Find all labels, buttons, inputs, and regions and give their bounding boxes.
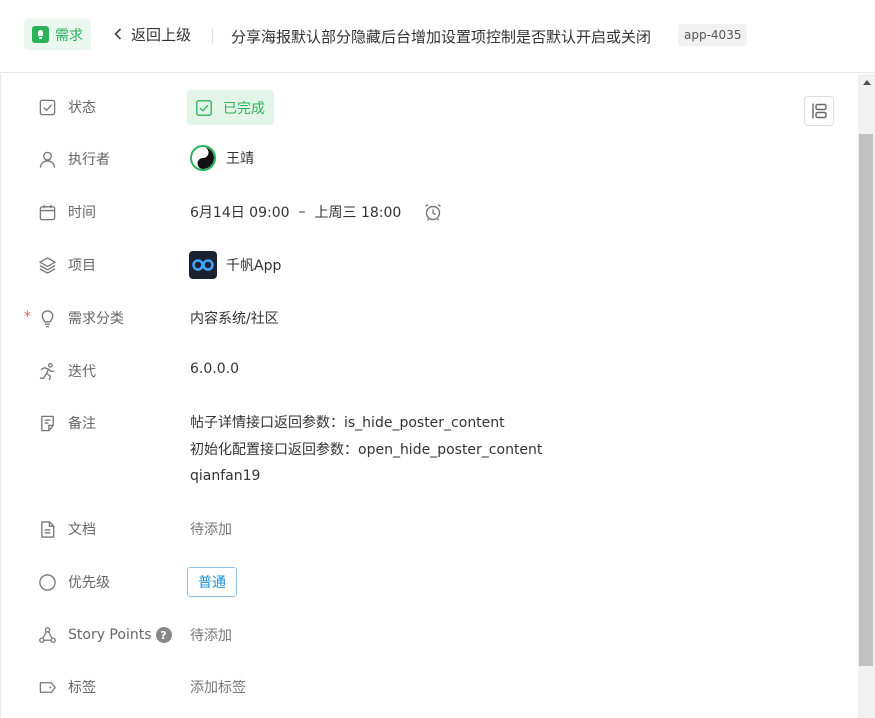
scroll-up-arrow-icon[interactable] bbox=[858, 74, 875, 91]
back-label: 返回上级 bbox=[131, 26, 192, 44]
notes-label-wrap: 备注 bbox=[38, 411, 96, 435]
status-pill[interactable]: 已完成 bbox=[187, 90, 274, 125]
back-button[interactable]: 返回上级 bbox=[114, 24, 191, 45]
circle-icon bbox=[39, 573, 56, 591]
task-type-badge[interactable]: 需求 bbox=[24, 19, 91, 50]
time-label-wrap: 时间 bbox=[38, 200, 96, 224]
assignee-label: 执行者 bbox=[68, 152, 110, 168]
status-label-wrap: 状态 bbox=[38, 95, 96, 119]
tags-add[interactable]: 添加标签 bbox=[190, 677, 246, 697]
assignee-value-wrap[interactable]: 王靖 bbox=[190, 145, 254, 171]
priority-label: 优先级 bbox=[68, 575, 110, 591]
status-value-wrap: 已完成 bbox=[187, 90, 274, 125]
task-id-badge[interactable]: app-4035 bbox=[678, 24, 748, 46]
calendar-icon bbox=[39, 204, 56, 220]
alarm-clock-icon[interactable] bbox=[423, 202, 443, 222]
help-icon[interactable]: ? bbox=[155, 627, 172, 643]
time-label: 时间 bbox=[68, 205, 96, 221]
project-label-wrap: 项目 bbox=[38, 253, 96, 277]
chevron-left-icon bbox=[114, 27, 122, 43]
scrollbar[interactable] bbox=[858, 74, 875, 718]
tags-label: 标签 bbox=[68, 680, 96, 696]
running-icon bbox=[39, 362, 55, 380]
notes-label: 备注 bbox=[68, 416, 96, 432]
page-title[interactable]: 分享海报默认部分隐藏后台增加设置项控制是否默认开启或关闭 bbox=[231, 26, 651, 47]
category-label: 需求分类 bbox=[68, 311, 124, 327]
story-points-label: Story Points bbox=[68, 627, 152, 643]
docs-label-wrap: 文档 bbox=[38, 517, 96, 541]
task-header: 需求 返回上级 分享海报默认部分隐藏后台增加设置项控制是否默认开启或关闭 app… bbox=[0, 0, 875, 73]
priority-label-wrap: 优先级 bbox=[38, 570, 110, 594]
priority-value-wrap: 普通 bbox=[187, 567, 237, 597]
requirement-icon bbox=[32, 26, 49, 43]
iteration-value[interactable]: 6.0.0.0 bbox=[190, 361, 239, 377]
document-icon bbox=[41, 520, 55, 538]
story-points-label-wrap: Story Points ? bbox=[38, 623, 172, 647]
notes-content[interactable]: 帖子详情接口返回参数：is_hide_poster_content 初始化配置接… bbox=[190, 410, 542, 490]
notes-line: 帖子详情接口返回参数：is_hide_poster_content bbox=[190, 415, 505, 431]
scrollbar-thumb[interactable] bbox=[859, 134, 873, 666]
docs-label: 文档 bbox=[68, 522, 96, 538]
category-label-wrap: 需求分类 bbox=[38, 306, 124, 330]
docs-add[interactable]: 待添加 bbox=[190, 519, 232, 539]
assignee-name: 王靖 bbox=[226, 151, 254, 167]
project-label: 项目 bbox=[68, 258, 96, 274]
time-value-wrap[interactable]: 6月14日 09:00 – 上周三 18:00 bbox=[190, 202, 443, 222]
note-icon bbox=[41, 415, 54, 431]
iteration-label: 迭代 bbox=[68, 364, 96, 380]
status-value: 已完成 bbox=[223, 100, 265, 117]
iteration-label-wrap: 迭代 bbox=[38, 359, 96, 383]
tag-icon bbox=[39, 681, 56, 693]
notes-line: qianfan19 bbox=[190, 468, 261, 484]
time-start: 6月14日 09:00 bbox=[190, 205, 290, 221]
project-value-wrap[interactable]: 千帆App bbox=[189, 251, 282, 279]
layout-icon bbox=[812, 103, 827, 119]
assignee-label-wrap: 执行者 bbox=[38, 147, 110, 171]
time-end: 上周三 18:00 bbox=[314, 205, 402, 221]
task-type-label: 需求 bbox=[55, 27, 83, 44]
priority-button[interactable]: 普通 bbox=[187, 567, 237, 597]
project-name: 千帆App bbox=[226, 258, 282, 274]
notes-line: 初始化配置接口返回参数：open_hide_poster_content bbox=[190, 441, 543, 458]
avatar bbox=[190, 145, 216, 171]
tags-label-wrap: 标签 bbox=[38, 675, 96, 699]
layers-icon bbox=[39, 256, 56, 274]
nodes-icon bbox=[39, 626, 56, 643]
project-logo bbox=[189, 251, 217, 279]
checkbox-icon bbox=[39, 99, 56, 115]
task-detail-panel: 状态 已完成 执行者 王靖 时间 6月14日 09:00 – 上周三 18:00… bbox=[0, 74, 858, 718]
side-panel-toggle-button[interactable] bbox=[804, 96, 834, 126]
user-icon bbox=[39, 151, 56, 168]
time-separator: – bbox=[298, 204, 306, 220]
required-mark: * bbox=[24, 309, 31, 325]
header-divider bbox=[212, 28, 213, 43]
check-square-icon bbox=[196, 99, 212, 116]
category-value[interactable]: 内容系统/社区 bbox=[190, 308, 279, 328]
story-points-add[interactable]: 待添加 bbox=[190, 625, 232, 645]
bulb-icon bbox=[41, 309, 54, 327]
status-label: 状态 bbox=[68, 100, 96, 116]
